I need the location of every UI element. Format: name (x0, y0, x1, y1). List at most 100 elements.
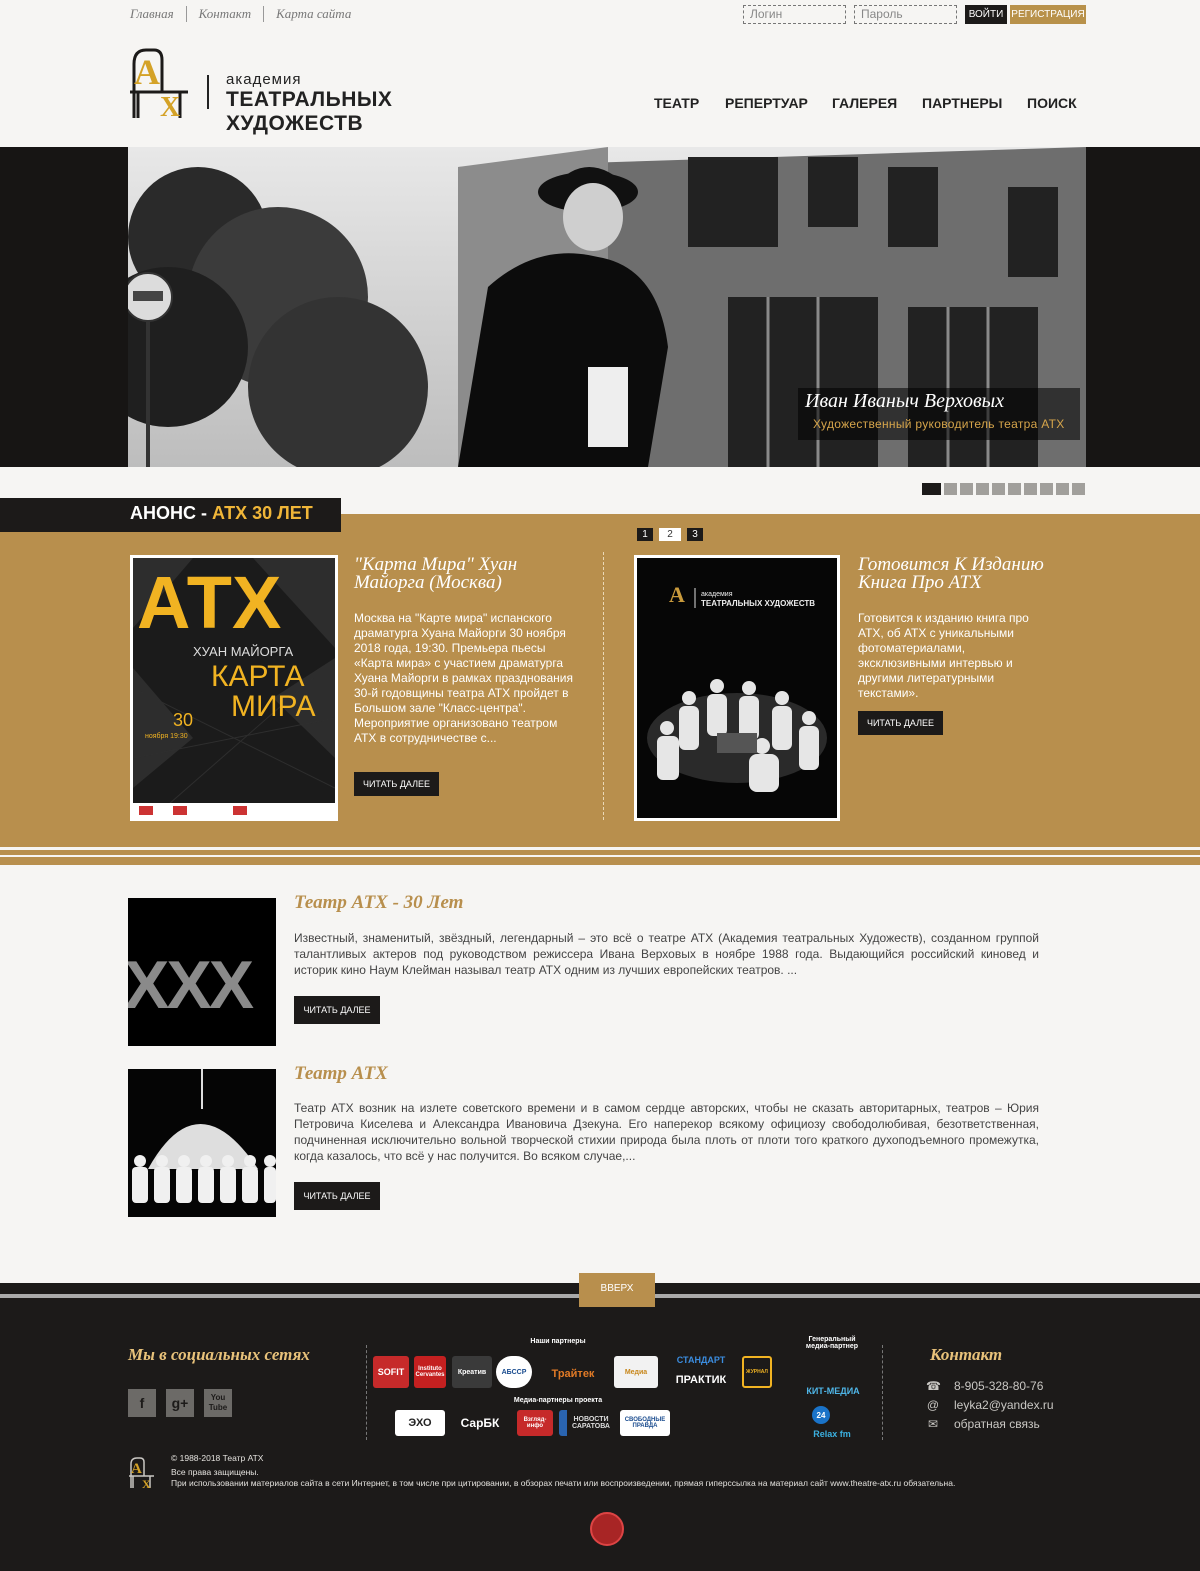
slider-dot[interactable] (1024, 483, 1037, 495)
google-plus-icon[interactable]: g+ (166, 1389, 194, 1417)
svg-text:X: X (142, 1477, 151, 1491)
contact-title: Контакт (930, 1345, 1003, 1364)
article-image-text: XXX (128, 947, 254, 1023)
rights: Все права защищены. (171, 1467, 259, 1477)
register-button[interactable]: РЕГИСТРАЦИЯ (1010, 5, 1086, 24)
announce-pager: 1 2 3 (637, 528, 703, 541)
partner-logo-kreativ[interactable]: Креатив (452, 1356, 492, 1388)
media-logo-sarbk[interactable]: СарБК (450, 1410, 510, 1436)
poster-title: АТХ (137, 561, 281, 644)
announce-poster-1[interactable]: АТХ ХУАН МАЙОРГА КАРТА МИРА 30 ноября 19… (130, 555, 338, 821)
general-logo-kit[interactable]: КИТ-МЕДИА (804, 1356, 862, 1396)
announce-stripes (0, 847, 1200, 865)
hero-role: Художественный руководитель театра АТХ (813, 417, 1065, 431)
poster-day: 30 (173, 710, 193, 730)
link-home[interactable]: Главная (130, 6, 186, 22)
counter-badge[interactable] (590, 1512, 624, 1546)
envelope-icon: ✉ (927, 1417, 939, 1431)
contact-email: @ leyka2@yandex.ru (926, 1398, 1054, 1412)
link-contact[interactable]: Контакт (185, 6, 263, 22)
article-title-1[interactable]: Театр АТХ - 30 Лет (294, 892, 463, 914)
media-logo-novosti[interactable]: НОВОСТИ САРАТОВА (559, 1410, 615, 1436)
poster-author: ХУАН МАЙОРГА (193, 644, 294, 659)
password-input[interactable]: Пароль (854, 5, 957, 24)
logo-line1: академия (226, 71, 302, 88)
nav-gallery[interactable]: ГАЛЕРЕЯ (832, 95, 897, 111)
pager-page-active[interactable]: 2 (659, 528, 681, 541)
general-logo-24[interactable]: 24 (812, 1406, 830, 1424)
contact-feedback: ✉ обратная связь (926, 1417, 1040, 1431)
footer-logo[interactable]: A X (128, 1456, 158, 1492)
nav-search[interactable]: ПОИСК (1027, 95, 1077, 111)
hero-name: Иван Иваныч Верховых (805, 390, 1005, 412)
nav-theatre[interactable]: ТЕАТР (654, 95, 699, 111)
facebook-icon[interactable]: f (128, 1389, 156, 1417)
poster-graphic-2: A академия ТЕАТРАЛЬНЫХ ХУДОЖЕСТВ (637, 558, 837, 818)
slider-dot[interactable] (1008, 483, 1021, 495)
partner-logo-cervantes[interactable]: Instituto Cervantes (414, 1356, 446, 1388)
link-sitemap[interactable]: Карта сайта (263, 6, 363, 22)
partner-logo-abssr[interactable]: АБССР (496, 1356, 532, 1388)
partner-logo-media[interactable]: Медиа (614, 1356, 658, 1388)
login-button[interactable]: ВОЙТИ (965, 5, 1007, 24)
read-more-button-1[interactable]: ЧИТАТЬ ДАЛЕЕ (354, 772, 439, 796)
slider-dot[interactable] (1072, 483, 1085, 495)
article-text-1: Известный, знаменитый, звёздный, легенда… (294, 931, 1039, 977)
email-link[interactable]: leyka2@yandex.ru (954, 1398, 1054, 1412)
general-partner-title: Генеральный медиа-партнер (805, 1336, 859, 1350)
slider-dot[interactable] (976, 483, 989, 495)
poster-play-2: МИРА (231, 690, 316, 723)
article-title-2[interactable]: Театр АТХ (294, 1063, 388, 1085)
media-logo-vzglyad[interactable]: Взгляд-инфо (517, 1410, 553, 1436)
footer-divider-2 (882, 1345, 883, 1440)
article-image-2[interactable] (128, 1069, 276, 1217)
slider-dot[interactable] (1040, 483, 1053, 495)
usage-notice: При использовании материалов сайта в сет… (171, 1478, 956, 1488)
at-icon: @ (926, 1398, 940, 1412)
article-image-1[interactable]: XXX (128, 898, 276, 1046)
poster2-line2: ТЕАТРАЛЬНЫХ ХУДОЖЕСТВ (701, 599, 815, 608)
back-to-top-button[interactable]: ВВЕРХ (579, 1273, 655, 1307)
login-input[interactable]: Логин (743, 5, 846, 24)
main-nav: ТЕАТР РЕПЕРТУАР ГАЛЕРЕЯ ПАРТНЕРЫ ПОИСК (0, 95, 1200, 115)
youtube-icon[interactable]: You Tube (204, 1389, 232, 1417)
announce-title-1[interactable]: "Карта Мира" Хуан Майорга (Москва) (354, 555, 574, 592)
slider-dots (922, 483, 1085, 495)
partner-logo-praktik[interactable]: ПРАКТИК (666, 1372, 736, 1388)
footer-divider-1 (366, 1345, 367, 1440)
slider-dot[interactable] (944, 483, 957, 495)
xxx-graphic: XXX (128, 898, 276, 1046)
announce-poster-2[interactable]: A академия ТЕАТРАЛЬНЫХ ХУДОЖЕСТВ (634, 555, 840, 821)
read-more-button-2[interactable]: ЧИТАТЬ ДАЛЕЕ (858, 711, 943, 735)
article-text-2: Театр АТХ возник на излете советского вр… (294, 1101, 1039, 1163)
partner-logo-traytek[interactable]: Трайтек (538, 1358, 608, 1390)
top-links: Главная Контакт Карта сайта (130, 6, 363, 22)
announce-title-2[interactable]: Готовится К Изданию Книга Про АТХ (858, 555, 1068, 592)
slider-dot[interactable] (922, 483, 941, 495)
svg-text:A: A (669, 582, 685, 607)
svg-text:A: A (134, 52, 160, 92)
poster-graphic: АТХ ХУАН МАЙОРГА КАРТА МИРА 30 ноября 19… (133, 558, 335, 818)
nav-partners[interactable]: ПАРТНЕРЫ (922, 95, 1002, 111)
announce-prefix: АНОНС - (130, 503, 212, 523)
partners-title: Наши партнеры (530, 1338, 586, 1345)
slider-dot[interactable] (1056, 483, 1069, 495)
phone-number[interactable]: 8-905-328-80-76 (954, 1379, 1043, 1393)
slider-dot[interactable] (960, 483, 973, 495)
read-more-button-4[interactable]: ЧИТАТЬ ДАЛЕЕ (294, 1182, 380, 1210)
read-more-button-3[interactable]: ЧИТАТЬ ДАЛЕЕ (294, 996, 380, 1024)
general-logo-relax[interactable]: Relax fm (806, 1427, 858, 1441)
phone-icon: ☎ (926, 1379, 941, 1393)
feedback-link[interactable]: обратная связь (954, 1417, 1040, 1431)
pager-page[interactable]: 3 (687, 528, 703, 541)
media-logo-echo[interactable]: ЭХО (395, 1410, 445, 1436)
slider-dot[interactable] (992, 483, 1005, 495)
partner-logo-standart[interactable]: СТАНДАРТ (666, 1352, 736, 1368)
partner-logo-sofit[interactable]: SOFIT (373, 1356, 409, 1388)
poster-time: ноября 19:30 (145, 732, 188, 740)
announce-heading: АНОНС - АТХ 30 ЛЕТ (0, 498, 341, 532)
nav-repertoire[interactable]: РЕПЕРТУАР (725, 95, 808, 111)
partner-logo-journal[interactable]: ЖУРНАЛ (742, 1356, 772, 1388)
pager-page[interactable]: 1 (637, 528, 653, 541)
media-logo-svobodnye[interactable]: СВОБОДНЫЕ ПРАВДА (620, 1410, 670, 1436)
